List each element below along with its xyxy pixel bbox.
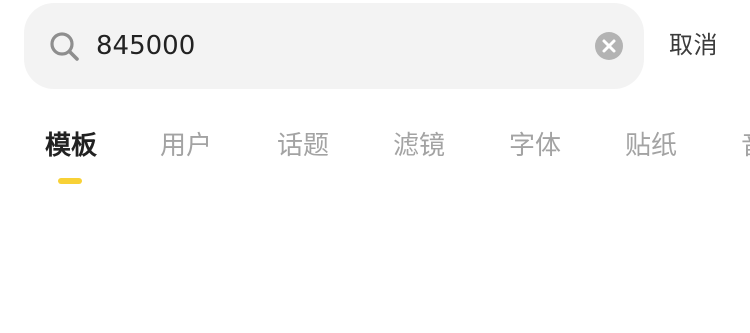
- clear-icon[interactable]: [594, 31, 624, 61]
- search-category-tabs: 模板 用户 话题 滤镜 字体 贴纸 音: [0, 118, 750, 198]
- search-input[interactable]: [96, 24, 576, 68]
- tab-stickers[interactable]: 贴纸: [625, 128, 677, 164]
- tab-music[interactable]: 音: [741, 128, 750, 164]
- tab-topics[interactable]: 话题: [277, 128, 329, 164]
- tab-fonts[interactable]: 字体: [509, 128, 561, 164]
- tab-users[interactable]: 用户: [160, 128, 212, 164]
- cancel-button[interactable]: 取消: [669, 27, 718, 63]
- search-screen: 取消 模板 用户 话题 滤镜 字体 贴纸 音: [0, 0, 750, 333]
- active-tab-indicator: [58, 178, 82, 184]
- tab-templates[interactable]: 模板: [45, 128, 97, 164]
- tab-filters[interactable]: 滤镜: [393, 128, 445, 164]
- search-icon: [50, 32, 79, 61]
